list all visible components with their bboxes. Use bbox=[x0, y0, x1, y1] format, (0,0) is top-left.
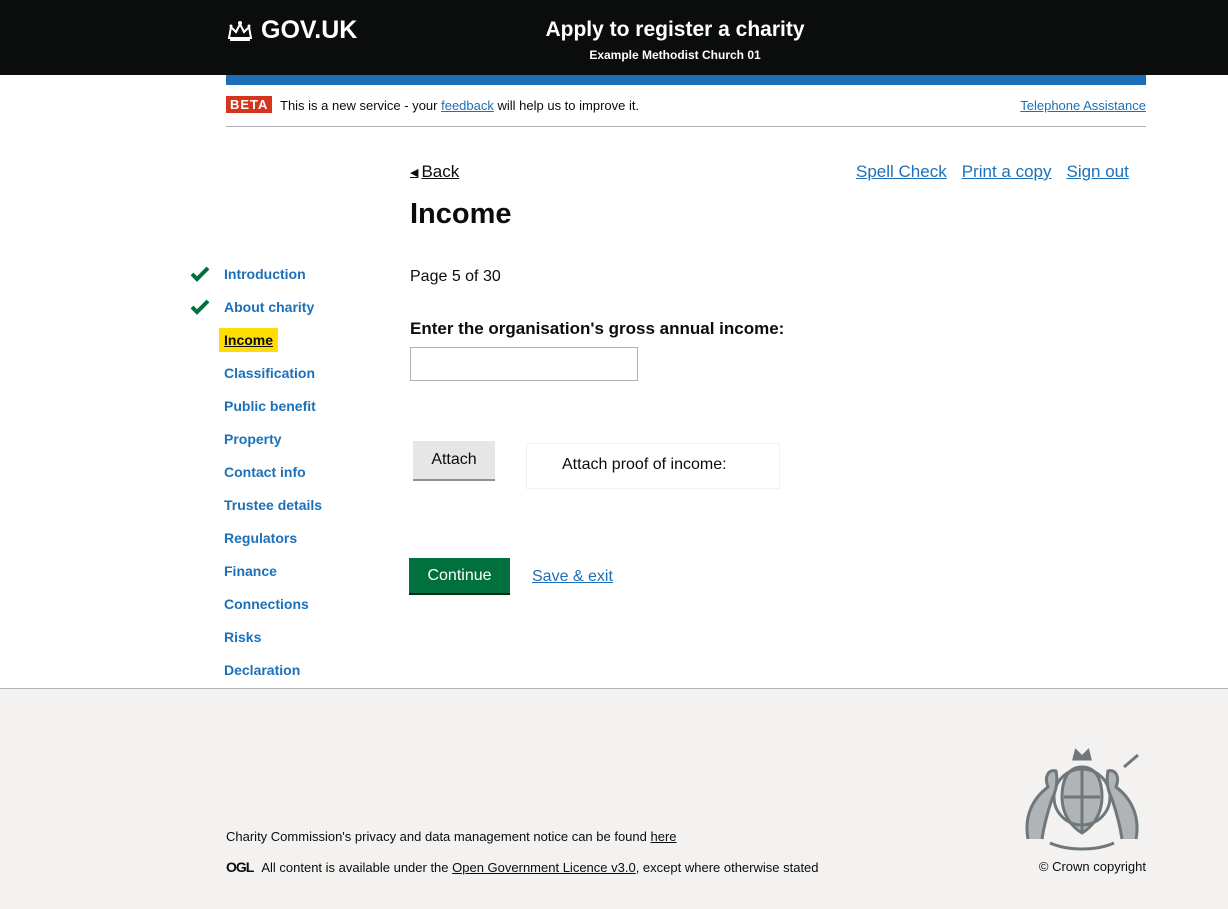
telephone-assistance-link[interactable]: Telephone Assistance bbox=[1020, 98, 1146, 113]
beta-text-before: This is a new service - your bbox=[280, 98, 442, 113]
nav-link-introduction[interactable]: Introduction bbox=[224, 266, 306, 282]
crown-icon bbox=[227, 20, 253, 41]
header-divider bbox=[226, 75, 1146, 85]
nav-link-property[interactable]: Property bbox=[224, 431, 282, 447]
crown-copyright[interactable]: © Crown copyright bbox=[1018, 859, 1146, 874]
privacy-notice: Charity Commission's privacy and data ma… bbox=[226, 829, 677, 844]
header: GOV.UK Apply to register a charity Examp… bbox=[0, 0, 1228, 75]
licence-text: All content is available under the Open … bbox=[261, 860, 818, 875]
nav-item-classification: Classification bbox=[186, 365, 346, 398]
income-input[interactable] bbox=[410, 347, 638, 381]
beta-tag: BETA bbox=[226, 96, 273, 113]
beta-text-after: will help us to improve it. bbox=[493, 98, 640, 113]
feedback-link[interactable]: feedback bbox=[441, 98, 494, 113]
page-count: Page 5 of 30 bbox=[410, 268, 501, 285]
back-label: Back bbox=[421, 162, 460, 181]
attach-label: Attach proof of income: bbox=[562, 456, 727, 473]
royal-coat-of-arms bbox=[1025, 748, 1139, 851]
back-link[interactable]: ◀ Back bbox=[410, 162, 459, 182]
licence-text-after: , except where otherwise stated bbox=[635, 859, 819, 875]
nav-link-classification[interactable]: Classification bbox=[224, 365, 315, 381]
utility-links: Spell Check Print a copy Sign out bbox=[856, 162, 1129, 182]
nav-link-public-benefit[interactable]: Public benefit bbox=[224, 398, 316, 414]
nav-link-risks[interactable]: Risks bbox=[224, 629, 261, 645]
nav-item-regulators: Regulators bbox=[186, 530, 346, 563]
nav-item-income: Income bbox=[186, 328, 346, 365]
check-icon bbox=[190, 299, 210, 315]
sign-out-link[interactable]: Sign out bbox=[1066, 162, 1128, 182]
nav-link-about-charity[interactable]: About charity bbox=[224, 299, 314, 315]
privacy-text: Charity Commission's privacy and data ma… bbox=[226, 829, 651, 844]
ogl-icon: OGL bbox=[226, 859, 254, 875]
nav-item-introduction: Introduction bbox=[186, 266, 346, 299]
footer: Charity Commission's privacy and data ma… bbox=[0, 688, 1228, 909]
govuk-logo[interactable]: GOV.UK bbox=[227, 16, 357, 45]
income-question-label: Enter the organisation's gross annual in… bbox=[410, 319, 785, 338]
licence-text-before: All content is available under the bbox=[261, 859, 453, 875]
nav-link-regulators[interactable]: Regulators bbox=[224, 530, 297, 546]
attach-button[interactable]: Attach bbox=[413, 441, 495, 481]
ogl-licence-link[interactable]: Open Government Licence v3.0 bbox=[452, 860, 636, 875]
page-title: Income bbox=[410, 198, 512, 230]
check-icon bbox=[190, 266, 210, 282]
save-exit-link[interactable]: Save & exit bbox=[532, 568, 613, 586]
logo-text: GOV.UK bbox=[261, 16, 358, 44]
continue-button[interactable]: Continue bbox=[409, 558, 510, 595]
privacy-link[interactable]: here bbox=[650, 829, 676, 844]
spell-check-link[interactable]: Spell Check bbox=[856, 162, 947, 182]
nav-link-declaration[interactable]: Declaration bbox=[224, 662, 300, 678]
nav-item-connections: Connections bbox=[186, 596, 346, 629]
nav-link-finance[interactable]: Finance bbox=[224, 563, 277, 579]
nav-link-contact-info[interactable]: Contact info bbox=[224, 464, 306, 480]
nav-item-trustee-details: Trustee details bbox=[186, 497, 346, 530]
nav-link-trustee-details[interactable]: Trustee details bbox=[224, 497, 322, 513]
back-arrow-icon: ◀ bbox=[410, 166, 419, 179]
nav-item-public-benefit: Public benefit bbox=[186, 398, 346, 431]
licence-notice: OGL All content is available under the O… bbox=[226, 859, 819, 875]
nav-link-income[interactable]: Income bbox=[219, 328, 279, 352]
beta-message: This is a new service - your feedback wi… bbox=[280, 98, 639, 113]
nav-item-property: Property bbox=[186, 431, 346, 464]
service-subtitle: Example Methodist Church 01 bbox=[589, 48, 761, 62]
phase-banner: BETA This is a new service - your feedba… bbox=[226, 96, 1146, 127]
nav-link-connections[interactable]: Connections bbox=[224, 596, 309, 612]
nav-item-contact-info: Contact info bbox=[186, 464, 346, 497]
print-link[interactable]: Print a copy bbox=[962, 162, 1052, 182]
nav-item-finance: Finance bbox=[186, 563, 346, 596]
task-nav: Introduction About charity Income Classi… bbox=[186, 266, 346, 695]
service-title[interactable]: Apply to register a charity bbox=[470, 18, 880, 42]
nav-item-risks: Risks bbox=[186, 629, 346, 662]
